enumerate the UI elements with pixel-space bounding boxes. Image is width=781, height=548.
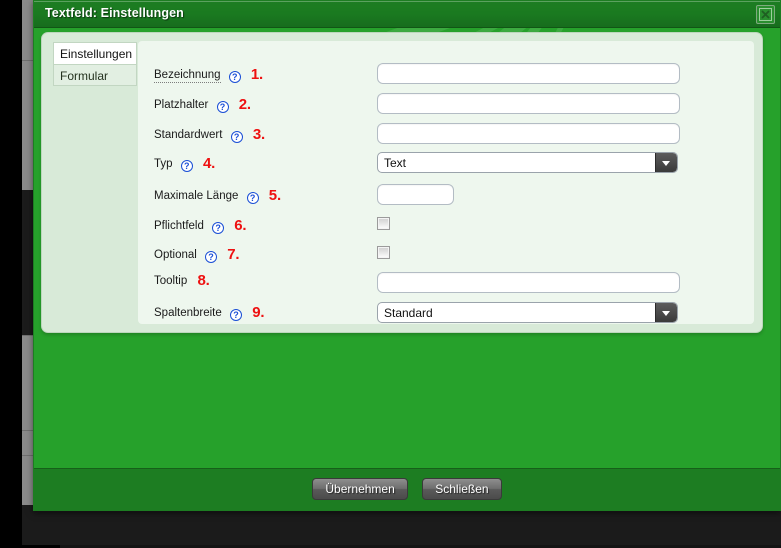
typ-select-value: Text [384,156,407,170]
label-pflichtfeld: Pflichtfeld ? 6. [154,217,247,234]
chevron-down-icon[interactable] [655,153,677,172]
form-row-standardwert: Standardwert ? 3. [42,123,762,151]
control-spaltenbreite: Standard [377,302,678,323]
screen: Textfeld: Einstellungen Einstellungen Fo… [0,0,781,548]
label-bezeichnung: Bezeichnung ? 1. [154,66,263,83]
form-row-spaltenbreite: Spaltenbreite ? 9. Standard [42,301,762,329]
close-button[interactable] [756,5,775,24]
help-icon[interactable]: ? [229,309,242,321]
label-text: Standardwert [154,129,223,141]
annotation-number: 8. [197,272,210,289]
help-icon[interactable]: ? [216,101,229,113]
help-icon[interactable]: ? [180,160,193,172]
maximale-laenge-input[interactable] [377,184,454,205]
platzhalter-input[interactable] [377,93,680,114]
apply-button[interactable]: Übernehmen [312,478,408,500]
control-tooltip [377,272,680,293]
form-row-platzhalter: Platzhalter ? 2. [42,93,762,121]
titlebar-highlight [34,1,780,2]
label-spaltenbreite: Spaltenbreite ? 9. [154,304,265,321]
bezeichnung-input[interactable] [377,63,680,84]
label-text: Typ [154,158,173,170]
form-row-optional: Optional ? 7. [42,243,762,271]
close-x-icon [757,8,774,21]
settings-dialog: Textfeld: Einstellungen Einstellungen Fo… [33,0,781,511]
dialog-footer: Übernehmen Schließen [34,468,780,510]
form-row-bezeichnung: Bezeichnung ? 1. [42,63,762,91]
close-dialog-button[interactable]: Schließen [422,478,502,500]
help-icon[interactable]: ? [246,192,259,204]
annotation-number: 6. [234,217,247,234]
annotation-number: 5. [268,187,281,204]
dialog-titlebar: Textfeld: Einstellungen [34,1,780,28]
label-optional: Optional ? 7. [154,246,240,263]
tooltip-input[interactable] [377,272,680,293]
label-platzhalter: Platzhalter ? 2. [154,96,251,113]
annotation-number: 3. [252,126,265,143]
control-platzhalter [377,93,680,114]
label-text: Platzhalter [154,99,209,111]
chevron-down-icon[interactable] [655,303,677,322]
control-standardwert [377,123,680,144]
label-maximale-laenge: Maximale Länge ? 5. [154,187,281,204]
pflichtfeld-checkbox[interactable] [377,217,390,230]
label-tooltip: Tooltip 8. [154,272,210,289]
control-typ: Text [377,152,678,173]
form-row-typ: Typ ? 4. Text [42,152,762,180]
dialog-title: Textfeld: Einstellungen [45,6,184,20]
settings-form: Bezeichnung ? 1. Platzhalter ? 2. Standa… [42,33,762,332]
label-typ: Typ ? 4. [154,155,215,172]
spaltenbreite-select[interactable]: Standard [377,302,678,323]
control-optional [377,246,390,259]
footer-button-group: Übernehmen Schließen [34,478,780,500]
spaltenbreite-select-value: Standard [384,306,433,320]
annotation-number: 4. [202,155,216,172]
label-text: Tooltip [154,275,188,287]
label-text: Pflichtfeld [154,220,204,232]
annotation-number: 9. [252,304,265,321]
annotation-number: 1. [250,66,264,83]
label-text: Bezeichnung [154,69,221,83]
control-bezeichnung [377,63,680,84]
label-standardwert: Standardwert ? 3. [154,126,265,143]
help-icon[interactable]: ? [212,222,225,234]
background-bottom-strip [22,505,781,545]
control-maximale-laenge [377,184,454,205]
control-pflichtfeld [377,217,390,230]
help-icon[interactable]: ? [205,251,218,263]
label-text: Spaltenbreite [154,307,222,319]
annotation-number: 2. [238,96,251,113]
form-row-maximale-laenge: Maximale Länge ? 5. [42,184,762,212]
typ-select[interactable]: Text [377,152,678,173]
help-icon[interactable]: ? [228,71,241,83]
label-text: Optional [154,249,197,261]
label-text: Maximale Länge [154,190,239,202]
form-row-pflichtfeld: Pflichtfeld ? 6. [42,214,762,242]
standardwert-input[interactable] [377,123,680,144]
help-icon[interactable]: ? [230,131,243,143]
dialog-body: Einstellungen Formular Bezeichnung ? 1. [34,28,780,470]
form-row-tooltip: Tooltip 8. [42,269,762,297]
settings-panel: Einstellungen Formular Bezeichnung ? 1. [41,32,763,333]
annotation-number: 7. [227,246,240,263]
optional-checkbox[interactable] [377,246,390,259]
